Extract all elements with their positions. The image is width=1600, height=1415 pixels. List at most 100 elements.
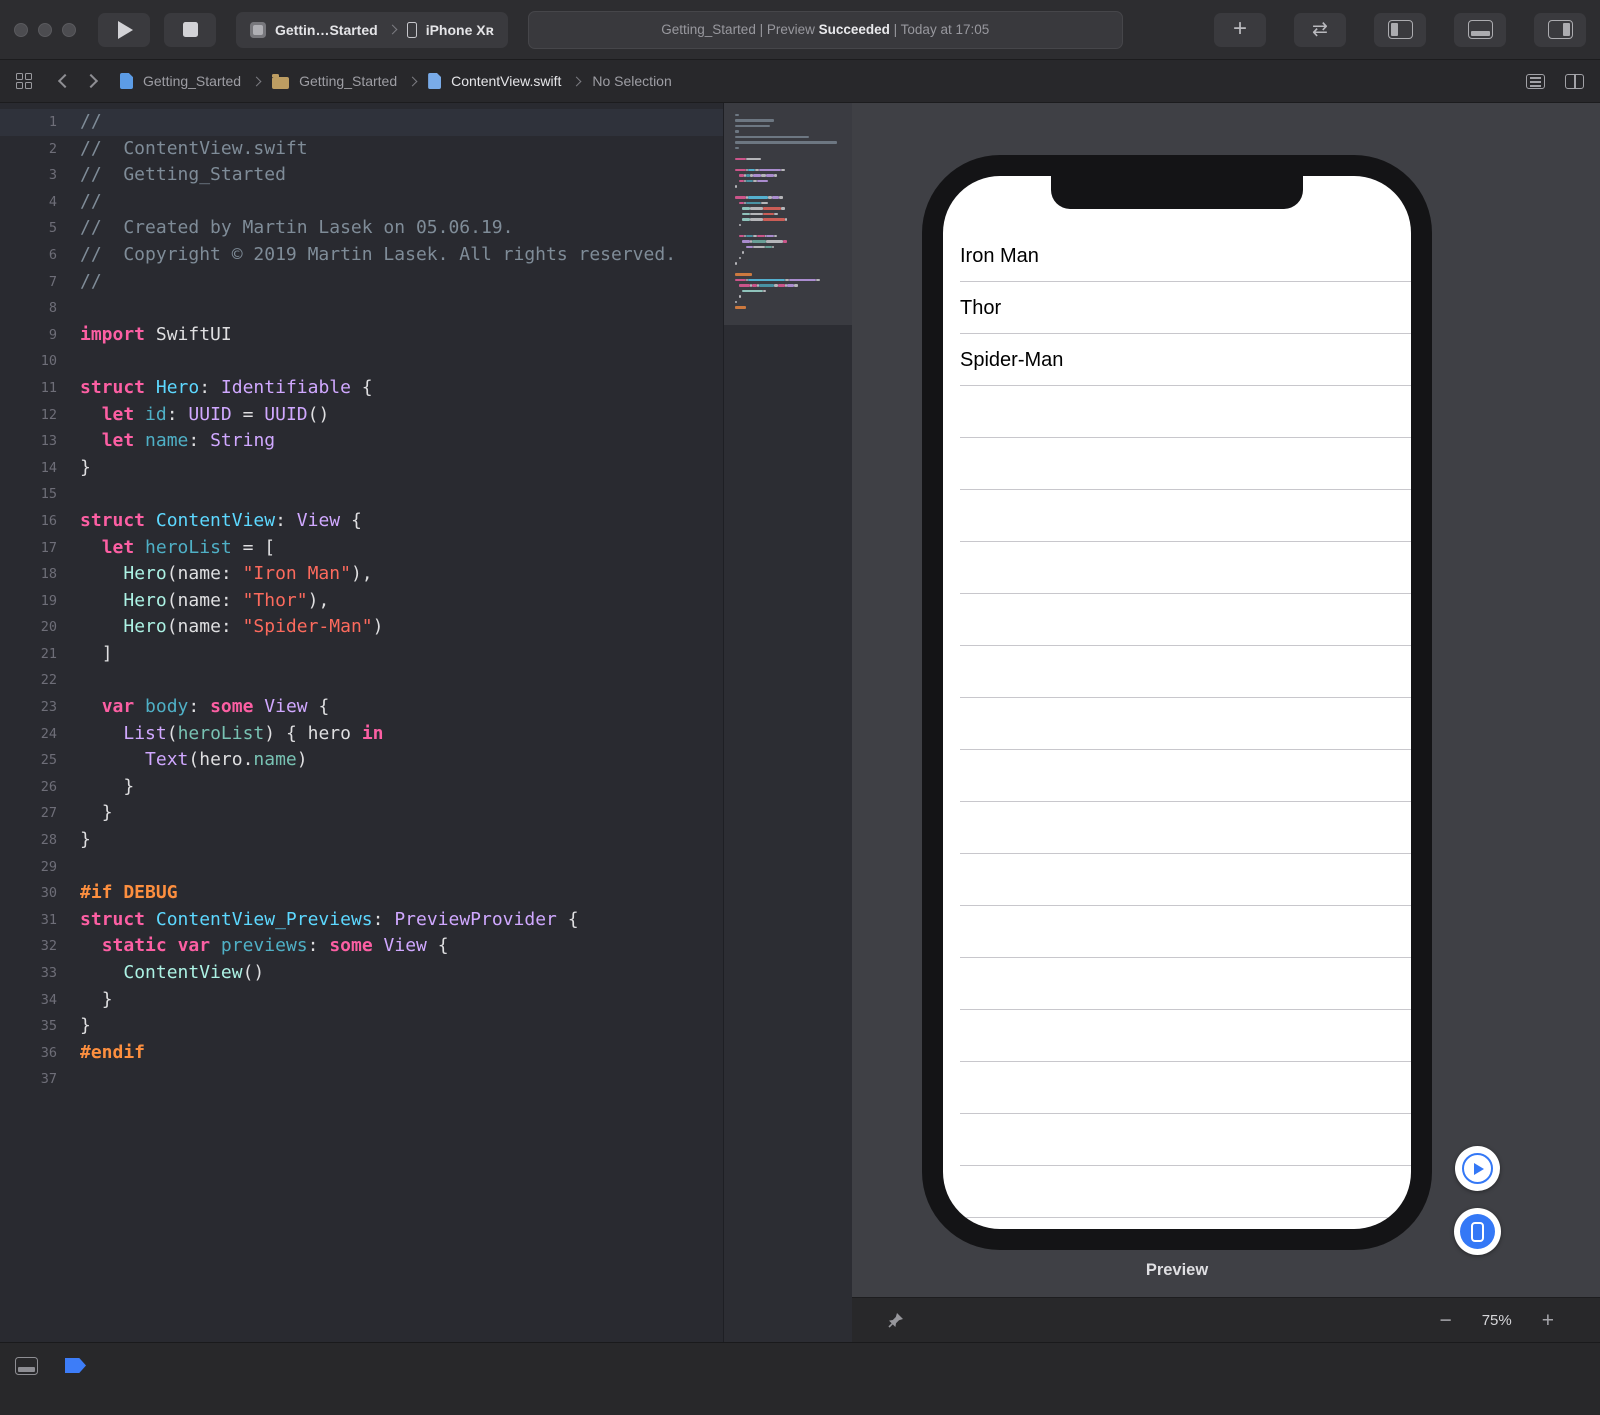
stop-button[interactable] bbox=[164, 12, 216, 47]
line-number[interactable]: 21 bbox=[0, 641, 57, 668]
line-number[interactable]: 9 bbox=[0, 322, 57, 349]
breadcrumb-selection[interactable]: No Selection bbox=[592, 73, 671, 89]
line-number[interactable]: 7 bbox=[0, 269, 57, 296]
code-line[interactable]: 29 bbox=[0, 854, 723, 881]
line-number[interactable]: 8 bbox=[0, 295, 57, 322]
code-line[interactable]: 36 #endif bbox=[0, 1040, 723, 1067]
breadcrumb-file[interactable]: ContentView.swift bbox=[451, 73, 561, 89]
code-line[interactable]: 6 // Copyright © 2019 Martin Lasek. All r… bbox=[0, 242, 723, 269]
pin-preview-button[interactable] bbox=[886, 1311, 905, 1330]
code-line[interactable]: 18 Hero(name: "Iron Man"), bbox=[0, 561, 723, 588]
line-number[interactable]: 29 bbox=[0, 854, 57, 881]
code-line[interactable]: 10 bbox=[0, 348, 723, 375]
line-number[interactable]: 2 bbox=[0, 136, 57, 163]
code-line[interactable]: 12 let id: UUID = UUID() bbox=[0, 402, 723, 429]
code-review-button[interactable]: ⇄ bbox=[1294, 12, 1346, 47]
code-line[interactable]: 9 import SwiftUI bbox=[0, 322, 723, 349]
zoom-in-button[interactable]: + bbox=[1542, 1310, 1554, 1331]
code-line[interactable]: 16 struct ContentView: View { bbox=[0, 508, 723, 535]
zoom-out-button[interactable]: − bbox=[1439, 1310, 1451, 1331]
line-number[interactable]: 13 bbox=[0, 428, 57, 455]
code-line[interactable]: 22 bbox=[0, 667, 723, 694]
related-items-icon[interactable] bbox=[16, 73, 32, 89]
line-number[interactable]: 4 bbox=[0, 189, 57, 216]
line-number[interactable]: 34 bbox=[0, 987, 57, 1014]
hero-list-row[interactable]: Spider-Man bbox=[943, 334, 1411, 386]
line-number[interactable]: 10 bbox=[0, 348, 57, 375]
code-line[interactable]: 27 } bbox=[0, 800, 723, 827]
line-number[interactable]: 11 bbox=[0, 375, 57, 402]
line-number[interactable]: 20 bbox=[0, 614, 57, 641]
code-line[interactable]: 30 #if DEBUG bbox=[0, 880, 723, 907]
line-number[interactable]: 30 bbox=[0, 880, 57, 907]
minimize-window-button[interactable] bbox=[38, 22, 52, 37]
line-number[interactable]: 1 bbox=[0, 109, 57, 136]
code-line[interactable]: 14} bbox=[0, 455, 723, 482]
code-line[interactable]: 7 // bbox=[0, 269, 723, 296]
add-editor-icon[interactable] bbox=[1565, 73, 1584, 89]
toggle-debug-console-icon[interactable] bbox=[15, 1357, 38, 1375]
breadcrumb-project[interactable]: Getting_Started bbox=[143, 73, 241, 89]
toggle-debug-area-button[interactable] bbox=[1454, 12, 1506, 47]
code-line[interactable]: 2 // ContentView.swift bbox=[0, 136, 723, 163]
code-line[interactable]: 23 var body: some View { bbox=[0, 694, 723, 721]
code-line[interactable]: 37 bbox=[0, 1066, 723, 1093]
code-line[interactable]: 31 struct ContentView_Previews: PreviewPr… bbox=[0, 907, 723, 934]
live-preview-button[interactable] bbox=[1455, 1146, 1500, 1191]
line-number[interactable]: 25 bbox=[0, 747, 57, 774]
adjust-editor-options-icon[interactable] bbox=[1526, 73, 1545, 89]
code-line[interactable]: 20 Hero(name: "Spider-Man") bbox=[0, 614, 723, 641]
line-number[interactable]: 22 bbox=[0, 667, 57, 694]
code-line[interactable]: 3 // Getting_Started bbox=[0, 162, 723, 189]
line-number[interactable]: 31 bbox=[0, 907, 57, 934]
code-line[interactable]: 1 // bbox=[0, 109, 723, 136]
code-line[interactable]: 17 let heroList = [ bbox=[0, 535, 723, 562]
code-line[interactable]: 35} bbox=[0, 1013, 723, 1040]
scheme-selector[interactable]: Gettin…Started iPhone Xʀ bbox=[236, 11, 508, 48]
code-line[interactable]: 5 // Created by Martin Lasek on 05.06.19. bbox=[0, 215, 723, 242]
line-number[interactable]: 36 bbox=[0, 1040, 57, 1067]
line-number[interactable]: 28 bbox=[0, 827, 57, 854]
line-number[interactable]: 19 bbox=[0, 588, 57, 615]
line-number[interactable]: 12 bbox=[0, 402, 57, 429]
breadcrumb-group[interactable]: Getting_Started bbox=[299, 73, 397, 89]
code-line[interactable]: 33 ContentView() bbox=[0, 960, 723, 987]
line-number[interactable]: 37 bbox=[0, 1066, 57, 1093]
line-number[interactable]: 27 bbox=[0, 800, 57, 827]
toggle-inspectors-button[interactable] bbox=[1534, 12, 1586, 47]
line-number[interactable]: 16 bbox=[0, 508, 57, 535]
minimap[interactable] bbox=[723, 103, 852, 1342]
code-line[interactable]: 19 Hero(name: "Thor"), bbox=[0, 588, 723, 615]
line-number[interactable]: 15 bbox=[0, 481, 57, 508]
code-line[interactable]: 25 Text(hero.name) bbox=[0, 747, 723, 774]
code-line[interactable]: 26 } bbox=[0, 774, 723, 801]
code-line[interactable]: 13 let name: String bbox=[0, 428, 723, 455]
code-line[interactable]: 8 bbox=[0, 295, 723, 322]
code-editor[interactable]: 1 // 2 // ContentView.swift 3 // Getting_Star… bbox=[0, 103, 723, 1342]
back-button[interactable] bbox=[57, 73, 73, 89]
line-number[interactable]: 32 bbox=[0, 933, 57, 960]
run-button[interactable] bbox=[98, 12, 150, 47]
line-number[interactable]: 14 bbox=[0, 455, 57, 482]
forward-button[interactable] bbox=[83, 73, 99, 89]
code-line[interactable]: 34 } bbox=[0, 987, 723, 1014]
code-line[interactable]: 24 List(heroList) { hero in bbox=[0, 721, 723, 748]
toggle-navigator-button[interactable] bbox=[1374, 12, 1426, 47]
fullscreen-window-button[interactable] bbox=[62, 22, 76, 37]
code-line[interactable]: 21 ] bbox=[0, 641, 723, 668]
line-number[interactable]: 6 bbox=[0, 242, 57, 269]
library-button[interactable]: + bbox=[1214, 12, 1266, 47]
line-number[interactable]: 26 bbox=[0, 774, 57, 801]
preview-on-device-button[interactable] bbox=[1454, 1208, 1501, 1255]
line-number[interactable]: 3 bbox=[0, 162, 57, 189]
breakpoints-toggle-icon[interactable] bbox=[65, 1358, 86, 1373]
code-line[interactable]: 4 // bbox=[0, 189, 723, 216]
close-window-button[interactable] bbox=[14, 22, 28, 37]
line-number[interactable]: 24 bbox=[0, 721, 57, 748]
hero-list-row[interactable]: Iron Man bbox=[943, 230, 1411, 282]
line-number[interactable]: 35 bbox=[0, 1013, 57, 1040]
hero-list-row[interactable]: Thor bbox=[943, 282, 1411, 334]
line-number[interactable]: 5 bbox=[0, 215, 57, 242]
line-number[interactable]: 18 bbox=[0, 561, 57, 588]
line-number[interactable]: 33 bbox=[0, 960, 57, 987]
